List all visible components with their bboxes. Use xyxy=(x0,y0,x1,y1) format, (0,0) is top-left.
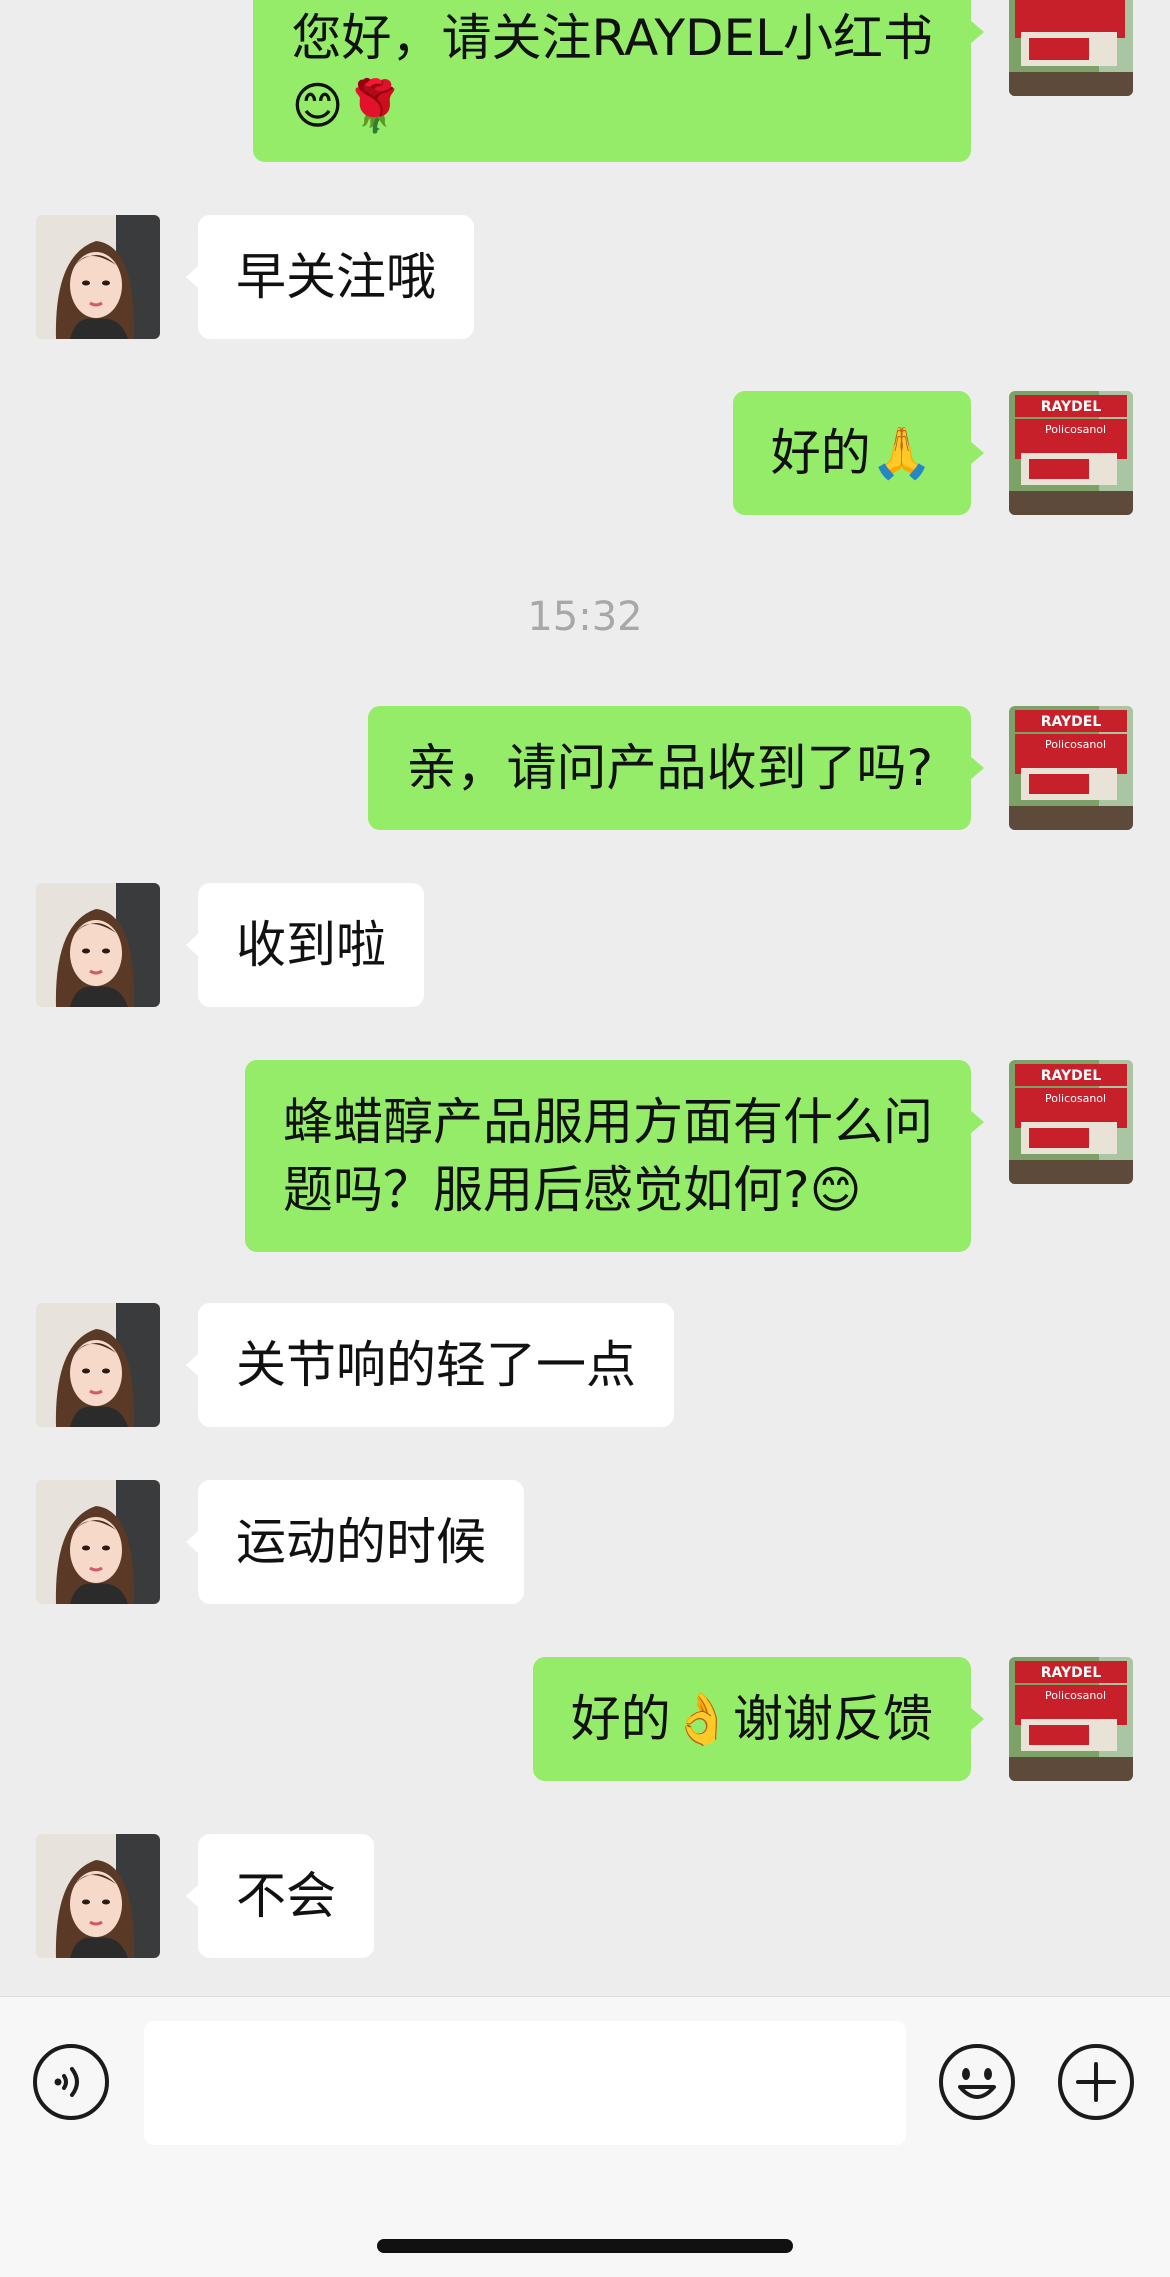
message-row: 运动的时候 xyxy=(0,1480,1170,1604)
brand-subtitle-text: Policosanol xyxy=(1045,423,1106,436)
message-text: 关节响的轻了一点 xyxy=(236,1336,636,1394)
message-bubble-self[interactable]: 亲，请问产品收到了吗? xyxy=(368,706,984,830)
brand-subtitle-text: Policosanol xyxy=(1045,1689,1106,1702)
message-text: 早关注哦 xyxy=(236,248,436,306)
self-avatar[interactable] xyxy=(1009,0,1133,96)
self-avatar[interactable]: RAYDEL Policosanol xyxy=(1009,1060,1133,1184)
message-text: 亲，请问产品收到了吗? xyxy=(406,739,933,797)
message-bubble-other[interactable]: 运动的时候 xyxy=(186,1480,524,1604)
brand-subtitle-text: Policosanol xyxy=(1045,738,1106,751)
message-row: 关节响的轻了一点 xyxy=(0,1303,1170,1427)
contact-avatar[interactable] xyxy=(36,215,160,339)
message-text: 好的👌谢谢反馈 xyxy=(570,1690,933,1748)
more-button[interactable] xyxy=(1057,2043,1135,2121)
message-input[interactable] xyxy=(144,2021,906,2145)
contact-avatar[interactable] xyxy=(36,1480,160,1604)
contact-avatar[interactable] xyxy=(36,883,160,1007)
message-text: 您好，请关注RAYDEL小红书 xyxy=(291,9,933,67)
message-bubble-self[interactable]: 蜂蜡醇产品服用方面有什么问 题吗？服用后感觉如何?😊 xyxy=(245,1060,984,1252)
self-avatar[interactable]: RAYDEL Policosanol xyxy=(1009,391,1133,515)
woman-portrait-avatar xyxy=(36,215,160,339)
message-row: 您好，请关注RAYDEL小红书 😊🌹 xyxy=(0,0,1170,162)
brand-logo-text: RAYDEL xyxy=(1041,1665,1102,1681)
brand-subtitle-text: Policosanol xyxy=(1045,1092,1106,1105)
message-row: 好的🙏 RAYDEL Policosanol xyxy=(0,391,1170,515)
message-text: 不会 xyxy=(236,1867,336,1925)
input-bar xyxy=(0,1996,1170,2277)
contact-avatar[interactable] xyxy=(36,1303,160,1427)
chat-area[interactable]: 您好，请关注RAYDEL小红书 😊🌹 早关注哦 好的🙏 RAYDEL Polic… xyxy=(0,0,1170,1996)
message-bubble-other[interactable]: 收到啦 xyxy=(186,883,424,1007)
brand-logo-text: RAYDEL xyxy=(1041,1068,1102,1084)
emoji-button[interactable] xyxy=(938,2043,1016,2121)
message-text: 运动的时候 xyxy=(236,1513,486,1571)
plus-icon xyxy=(1058,2044,1134,2120)
message-bubble-self[interactable]: 好的👌谢谢反馈 xyxy=(532,1657,985,1781)
woman-portrait-avatar xyxy=(36,1480,160,1604)
woman-portrait-avatar xyxy=(36,1834,160,1958)
message-text: 收到啦 xyxy=(236,916,386,974)
message-bubble-other[interactable]: 不会 xyxy=(186,1834,374,1958)
message-bubble-self[interactable]: 您好，请关注RAYDEL小红书 😊🌹 xyxy=(253,0,984,162)
message-timestamp: 15:32 xyxy=(527,594,643,640)
message-row: 收到啦 xyxy=(0,883,1170,1007)
brand-logo-text: RAYDEL xyxy=(1041,399,1102,415)
raydel-product-image: RAYDEL Policosanol xyxy=(1009,706,1133,830)
message-bubble-other[interactable]: 早关注哦 xyxy=(186,215,474,339)
raydel-product-image xyxy=(1009,0,1133,96)
message-bubble-self[interactable]: 好的🙏 xyxy=(732,391,985,515)
message-row: 早关注哦 xyxy=(0,215,1170,339)
voice-icon xyxy=(33,2044,109,2120)
message-row: 不会 xyxy=(0,1834,1170,1958)
raydel-product-image: RAYDEL Policosanol xyxy=(1009,1657,1133,1781)
message-text: 好的🙏 xyxy=(770,424,933,482)
self-avatar[interactable]: RAYDEL Policosanol xyxy=(1009,1657,1133,1781)
message-text-line2: 😊🌹 xyxy=(291,77,406,135)
brand-logo-text: RAYDEL xyxy=(1041,714,1102,730)
message-row: 蜂蜡醇产品服用方面有什么问 题吗？服用后感觉如何?😊 RAYDEL Polico… xyxy=(0,1060,1170,1252)
message-text-line2: 题吗？服用后感觉如何?😊 xyxy=(283,1161,862,1219)
message-row: 亲，请问产品收到了吗? RAYDEL Policosanol xyxy=(0,706,1170,830)
woman-portrait-avatar xyxy=(36,1303,160,1427)
home-indicator[interactable] xyxy=(377,2239,793,2253)
raydel-product-image: RAYDEL Policosanol xyxy=(1009,1060,1133,1184)
self-avatar[interactable]: RAYDEL Policosanol xyxy=(1009,706,1133,830)
message-text: 蜂蜡醇产品服用方面有什么问 xyxy=(283,1093,933,1151)
raydel-product-image: RAYDEL Policosanol xyxy=(1009,391,1133,515)
message-bubble-other[interactable]: 关节响的轻了一点 xyxy=(186,1303,674,1427)
voice-button[interactable] xyxy=(32,2043,110,2121)
woman-portrait-avatar xyxy=(36,883,160,1007)
message-row: 好的👌谢谢反馈 RAYDEL Policosanol xyxy=(0,1657,1170,1781)
contact-avatar[interactable] xyxy=(36,1834,160,1958)
emoji-icon xyxy=(939,2044,1015,2120)
